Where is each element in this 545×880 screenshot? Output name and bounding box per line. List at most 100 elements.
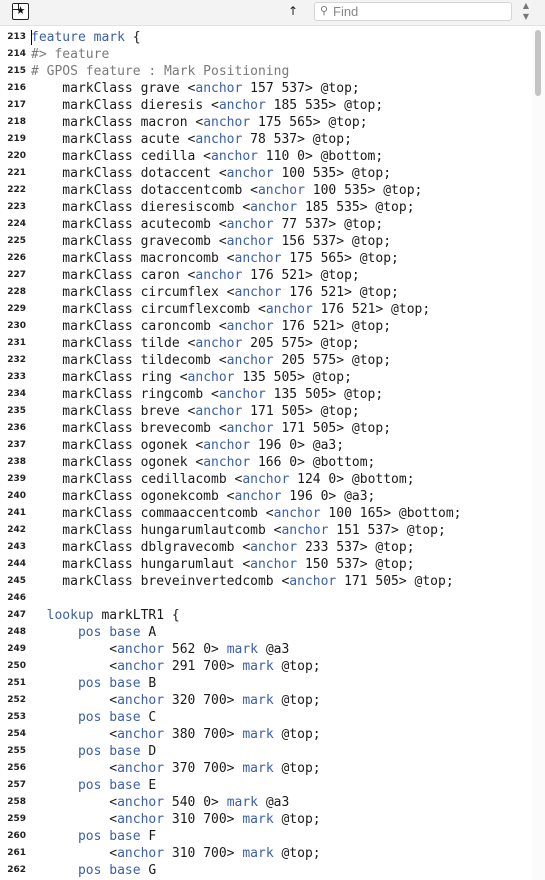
code-line[interactable]: 231 markClass tilde <anchor 205 575> @to… — [0, 335, 545, 352]
code-line[interactable]: 240 markClass ogonekcomb <anchor 196 0> … — [0, 488, 545, 505]
code-line[interactable]: 250 <anchor 291 700> mark @top; — [0, 658, 545, 675]
keyword-token: anchor — [117, 761, 165, 776]
code-line[interactable]: 252 <anchor 320 700> mark @top; — [0, 692, 545, 709]
line-text: <anchor 562 0> mark @a3 — [31, 642, 290, 657]
line-text: markClass caroncomb <anchor 176 521> @to… — [31, 319, 392, 334]
keyword-token: pos — [77, 744, 102, 759]
line-text: pos base G — [77, 863, 157, 878]
keyword-token: pos — [77, 710, 102, 725]
code-line[interactable]: 243 markClass dblgravecomb <anchor 233 5… — [0, 539, 545, 556]
code-line[interactable]: 216 markClass grave <anchor 157 537> @to… — [0, 80, 545, 97]
line-number: 220 — [7, 151, 26, 161]
code-line[interactable]: 239 markClass cedillacomb <anchor 124 0>… — [0, 471, 545, 488]
code-line[interactable]: 253 pos base C — [0, 709, 545, 726]
keyword-token: pos — [77, 625, 102, 640]
code-line[interactable]: 235 markClass breve <anchor 171 505> @to… — [0, 403, 545, 420]
find-box[interactable]: ⚲ — [314, 2, 512, 21]
line-number: 233 — [7, 372, 26, 382]
code-line[interactable]: 230 markClass caroncomb <anchor 176 521>… — [0, 318, 545, 335]
code-line[interactable]: 255 pos base D — [0, 743, 545, 760]
code-line[interactable]: 217 markClass dieresis <anchor 185 535> … — [0, 97, 545, 114]
code-line[interactable]: 215 # GPOS feature : Mark Positioning — [0, 63, 545, 80]
line-text: markClass gravecomb <anchor 156 537> @to… — [31, 234, 392, 249]
code-line[interactable]: 225 markClass gravecomb <anchor 156 537>… — [0, 233, 545, 250]
keyword-token: anchor — [195, 336, 243, 351]
line-number: 246 — [7, 593, 26, 603]
line-number: 218 — [7, 117, 26, 127]
find-input[interactable] — [333, 4, 503, 19]
line-number: 244 — [7, 559, 26, 569]
line-number: 253 — [7, 712, 26, 722]
code-line[interactable]: 214 #> feature — [0, 46, 545, 63]
code-line[interactable]: 223 markClass dieresiscomb <anchor 185 5… — [0, 199, 545, 216]
line-number: 254 — [7, 729, 26, 739]
code-line[interactable]: 229 markClass circumflexcomb <anchor 176… — [0, 301, 545, 318]
keyword-token: anchor — [117, 846, 165, 861]
vertical-scrollbar[interactable] — [532, 26, 545, 880]
line-number: 252 — [7, 695, 26, 705]
keyword-token: anchor — [195, 132, 243, 147]
code-line[interactable]: 259 <anchor 310 700> mark @top; — [0, 811, 545, 828]
keyword-token: mark — [242, 846, 274, 861]
keyword-token: anchor — [218, 387, 266, 402]
code-line[interactable]: 254 <anchor 380 700> mark @top; — [0, 726, 545, 743]
code-line[interactable]: 246 — [0, 590, 545, 607]
code-line[interactable]: 262 pos base G — [0, 862, 545, 879]
keyword-token: anchor — [226, 217, 274, 232]
code-line[interactable]: 237 markClass ogonek <anchor 196 0> @a3; — [0, 437, 545, 454]
code-line[interactable]: 213 feature mark { — [0, 29, 545, 46]
keyword-token: anchor — [250, 540, 298, 555]
star-document-icon[interactable]: ★ — [12, 3, 29, 20]
code-line[interactable]: 219 markClass acute <anchor 78 537> @top… — [0, 131, 545, 148]
chevron-up-icon[interactable]: ▲ — [521, 0, 531, 11]
keyword-token: anchor — [226, 353, 274, 368]
keyword-token: anchor — [234, 489, 282, 504]
code-line[interactable]: 261 <anchor 310 700> mark @top; — [0, 845, 545, 862]
code-line[interactable]: 258 <anchor 540 0> mark @a3 — [0, 794, 545, 811]
keyword-token: lookup — [46, 608, 94, 623]
line-number: 225 — [7, 236, 26, 246]
find-previous-button[interactable]: ↑ — [288, 4, 298, 18]
keyword-token: mark — [242, 761, 274, 776]
code-line[interactable]: 251 pos base B — [0, 675, 545, 692]
find-spinner[interactable]: ▲ ▼ — [521, 0, 531, 22]
code-line[interactable]: 260 pos base F — [0, 828, 545, 845]
code-line[interactable]: 236 markClass brevecomb <anchor 171 505>… — [0, 420, 545, 437]
code-line[interactable]: 244 markClass hungarumlaut <anchor 150 5… — [0, 556, 545, 573]
code-line[interactable]: 226 markClass macroncomb <anchor 175 565… — [0, 250, 545, 267]
code-line[interactable]: 224 markClass acutecomb <anchor 77 537> … — [0, 216, 545, 233]
code-line[interactable]: 227 markClass caron <anchor 176 521> @to… — [0, 267, 545, 284]
keyword-token: mark — [242, 659, 274, 674]
code-line[interactable]: 245 markClass breveinvertedcomb <anchor … — [0, 573, 545, 590]
line-text: markClass acutecomb <anchor 77 537> @top… — [31, 217, 384, 232]
code-line[interactable]: 221 markClass dotaccent <anchor 100 535>… — [0, 165, 545, 182]
code-line[interactable]: 232 markClass tildecomb <anchor 205 575>… — [0, 352, 545, 369]
keyword-token: anchor — [117, 693, 165, 708]
line-number: 238 — [7, 457, 26, 467]
code-line[interactable]: 256 <anchor 370 700> mark @top; — [0, 760, 545, 777]
keyword-token: base — [109, 625, 141, 640]
code-line[interactable]: 233 markClass ring <anchor 135 505> @top… — [0, 369, 545, 386]
line-text: markClass acute <anchor 78 537> @top; — [31, 132, 352, 147]
code-line[interactable]: 220 markClass cedilla <anchor 110 0> @bo… — [0, 148, 545, 165]
keyword-token: pos — [77, 829, 102, 844]
keyword-token: mark — [226, 642, 258, 657]
scrollbar-thumb[interactable] — [535, 30, 541, 96]
keyword-token: anchor — [234, 285, 282, 300]
code-line[interactable]: 234 markClass ringcomb <anchor 135 505> … — [0, 386, 545, 403]
code-line[interactable]: 228 markClass circumflex <anchor 176 521… — [0, 284, 545, 301]
code-line[interactable]: 257 pos base E — [0, 777, 545, 794]
code-line[interactable]: 218 markClass macron <anchor 175 565> @t… — [0, 114, 545, 131]
code-line[interactable]: 238 markClass ogonek <anchor 166 0> @bot… — [0, 454, 545, 471]
code-line[interactable]: 241 markClass commaaccentcomb <anchor 10… — [0, 505, 545, 522]
code-editor[interactable]: 213 feature mark {214 #> feature 215 # GPOS … — [0, 29, 545, 880]
code-line[interactable]: 247 lookup markLTR1 { — [0, 607, 545, 624]
keyword-token: anchor — [234, 251, 282, 266]
code-line[interactable]: 249 <anchor 562 0> mark @a3 — [0, 641, 545, 658]
chevron-down-icon[interactable]: ▼ — [521, 11, 531, 22]
code-line[interactable]: 242 markClass hungarumlautcomb <anchor 1… — [0, 522, 545, 539]
keyword-token: anchor — [117, 659, 165, 674]
code-line[interactable]: 222 markClass dotaccentcomb <anchor 100 … — [0, 182, 545, 199]
code-line[interactable]: 248 pos base A — [0, 624, 545, 641]
keyword-token: anchor — [117, 812, 165, 827]
